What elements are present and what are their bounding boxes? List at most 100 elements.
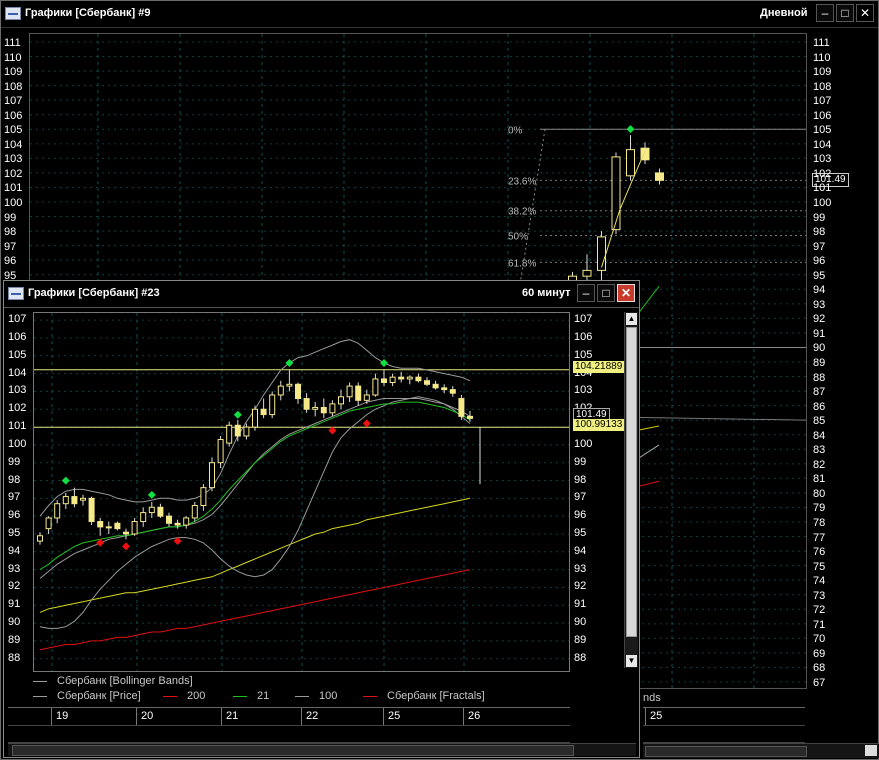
- daily-scroll-thumb[interactable]: [645, 746, 807, 757]
- price-tick-label: 110: [4, 51, 22, 64]
- price-tick-label: 98: [574, 473, 587, 486]
- price-tick-label: 95: [8, 526, 21, 539]
- candle-body: [148, 506, 155, 514]
- price-tick-label: 83: [813, 444, 826, 457]
- daily-window-title: Графики [Сбербанк] #9: [25, 7, 151, 19]
- scroll-up-arrow[interactable]: ▲: [626, 313, 637, 325]
- maximize-button[interactable]: □: [597, 284, 615, 302]
- chart-window-hourly[interactable]: Графики [Сбербанк] #23 60 минут – □ ✕ 10…: [3, 280, 640, 758]
- candle-body: [157, 506, 164, 517]
- candle-body: [105, 526, 112, 529]
- price-tick-label: 103: [4, 153, 23, 166]
- candle-body: [611, 156, 621, 231]
- ma100-line: [39, 497, 471, 613]
- price-tick-label: 79: [813, 502, 826, 515]
- price-tick-label: 85: [813, 415, 826, 428]
- candle-body: [398, 376, 405, 380]
- price-tick-label: 107: [4, 95, 23, 108]
- price-tick-label: 100: [813, 197, 832, 209]
- price-tick-label: 98: [4, 226, 17, 239]
- lower-level-tag: 100.99133: [573, 419, 627, 431]
- price-tick-label: 106: [813, 109, 832, 122]
- price-tick-label: 110: [813, 51, 831, 64]
- hourly-scroll-thumb[interactable]: [626, 327, 637, 637]
- price-tick-label: 93: [574, 562, 587, 575]
- price-tick-label: 101: [4, 182, 23, 195]
- price-tick-label: 103: [813, 153, 832, 166]
- candle-body: [140, 512, 147, 523]
- daily-scroll-right-arrow[interactable]: [865, 745, 877, 756]
- candle-body: [183, 517, 190, 526]
- price-tick-label: 104: [4, 138, 23, 151]
- fractal-up-marker: [380, 359, 388, 368]
- price-tick-label: 89: [8, 633, 21, 646]
- price-tick-label: 94: [574, 544, 587, 557]
- close-button[interactable]: ✕: [617, 284, 635, 302]
- hourly-horizontal-scrollbar[interactable]: [8, 743, 636, 756]
- price-tick-label: 105: [574, 348, 593, 361]
- price-tick-label: 84: [813, 429, 826, 442]
- daily-legend-fragment: nds: [643, 692, 661, 704]
- hourly-left-price-axis: 107 106 105 104 103 102 101 100 99 98 97 96 95 94 93 92…: [8, 312, 32, 672]
- price-tick-label: 99: [8, 455, 21, 468]
- fib-level-label: 23.6%: [508, 176, 536, 187]
- hourly-period-label[interactable]: 60 минут: [522, 287, 570, 299]
- hourly-vertical-scrollbar[interactable]: ▲ ▼: [624, 312, 638, 668]
- price-tick-label: 87: [813, 386, 826, 399]
- price-tick-label: 109: [813, 66, 832, 79]
- hourly-chart-svg: [34, 313, 569, 671]
- maximize-button[interactable]: □: [836, 4, 854, 22]
- price-tick-label: 96: [574, 509, 587, 522]
- candle-body: [45, 517, 52, 530]
- price-tick-label: 109: [4, 66, 23, 79]
- date-tick: 19: [51, 708, 68, 725]
- candle-body: [97, 521, 104, 528]
- daily-titlebar[interactable]: Графики [Сбербанк] #9 Дневной – □ ✕: [1, 1, 878, 28]
- price-tick-label: 107: [574, 313, 593, 326]
- price-tick-label: 95: [574, 526, 587, 539]
- price-tick-label: 96: [813, 255, 826, 268]
- candle-body: [355, 385, 362, 401]
- price-tick-label: 81: [813, 473, 826, 486]
- candle-body: [303, 398, 310, 410]
- price-tick-label: 106: [574, 330, 593, 343]
- candle-body: [88, 497, 95, 523]
- daily-horizontal-scrollbar[interactable]: [643, 743, 879, 758]
- price-tick-label: 111: [4, 37, 21, 49]
- legend-fractals: Сбербанк [Fractals]: [363, 690, 485, 702]
- price-tick-label: 91: [813, 327, 826, 340]
- price-tick-label: 92: [574, 580, 587, 593]
- close-button[interactable]: ✕: [856, 4, 874, 22]
- price-tick-label: 86: [813, 400, 826, 413]
- hourly-titlebar[interactable]: Графики [Сбербанк] #23 60 минут – □ ✕: [4, 281, 639, 308]
- price-line: [601, 150, 646, 268]
- candle-body: [467, 415, 473, 419]
- price-tick-label: 105: [4, 124, 23, 137]
- price-tick-label: 101: [8, 420, 27, 433]
- hourly-plot-area[interactable]: [33, 312, 570, 672]
- candle-body: [320, 406, 327, 414]
- price-tick-label: 100: [574, 437, 593, 450]
- scroll-down-arrow[interactable]: ▼: [626, 655, 637, 667]
- price-tick-label: 104: [813, 138, 832, 151]
- price-tick-label: 97: [4, 240, 17, 253]
- price-tick-label: 102: [8, 402, 27, 415]
- candle-body: [329, 403, 336, 414]
- candle-body: [269, 394, 276, 416]
- fractal-down-marker: [362, 419, 371, 428]
- daily-period-label[interactable]: Дневной: [760, 7, 808, 19]
- daily-time-axis: 25: [643, 707, 805, 743]
- candle-body: [312, 406, 319, 410]
- ma200-line: [39, 569, 471, 651]
- price-tick-label: 98: [813, 226, 826, 239]
- upper-level-tag: 104.21889: [573, 361, 627, 373]
- minimize-button[interactable]: –: [816, 4, 834, 22]
- minimize-button[interactable]: –: [577, 284, 595, 302]
- fib-level-label: 50%: [508, 231, 528, 242]
- reference-line: [629, 416, 806, 421]
- candle-body: [458, 398, 465, 417]
- candle-body: [286, 383, 293, 387]
- hourly-scroll-thumb-h[interactable]: [12, 745, 574, 756]
- price-tick-label: 70: [813, 633, 826, 646]
- price-tick-label: 74: [813, 575, 826, 588]
